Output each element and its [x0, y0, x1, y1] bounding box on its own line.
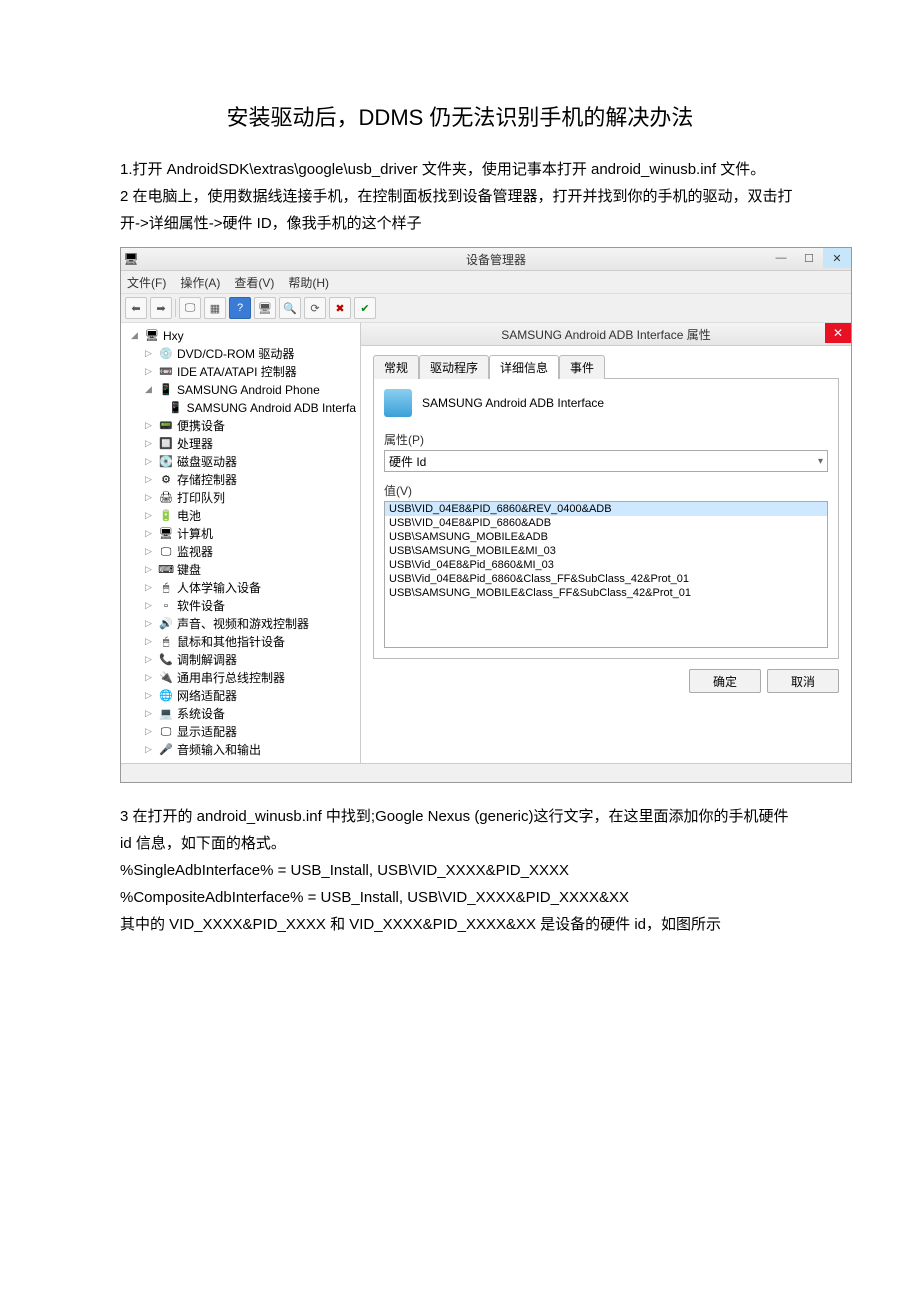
monitor-icon: 🖵 [159, 545, 173, 559]
tab-general[interactable]: 常规 [373, 355, 419, 379]
list-item[interactable]: USB\VID_04E8&PID_6860&ADB [385, 516, 827, 530]
portable-icon: 📟 [159, 419, 173, 433]
battery-icon: 🔋 [159, 509, 173, 523]
menu-view[interactable]: 查看(V) [234, 274, 274, 291]
network-icon: 🌐 [159, 689, 173, 703]
list-item[interactable]: USB\SAMSUNG_MOBILE&ADB [385, 530, 827, 544]
hardware-id-list[interactable]: USB\VID_04E8&PID_6860&REV_0400&ADB USB\V… [384, 501, 828, 648]
remove-icon[interactable]: ✖ [329, 297, 351, 319]
menu-help[interactable]: 帮助(H) [288, 274, 329, 291]
system-icon: 💻 [159, 707, 173, 721]
device-icon [384, 389, 412, 417]
usb-icon: 🔌 [159, 671, 173, 685]
code-line-1: %SingleAdbInterface% = USB_Install, USB\… [120, 857, 800, 884]
tab-details[interactable]: 详细信息 [489, 355, 559, 379]
property-select[interactable]: 硬件 Id ▾ [384, 450, 828, 472]
close-button[interactable]: ✕ [823, 248, 851, 268]
computer-icon: 🖥 [121, 252, 141, 266]
forward-icon[interactable]: ➡ [150, 297, 172, 319]
list-item[interactable]: USB\SAMSUNG_MOBILE&Class_FF&SubClass_42&… [385, 586, 827, 600]
cpu-icon: 🔲 [159, 437, 173, 451]
list-item[interactable]: USB\SAMSUNG_MOBILE&MI_03 [385, 544, 827, 558]
list-item[interactable]: USB\Vid_04E8&Pid_6860&MI_03 [385, 558, 827, 572]
list-item[interactable]: USB\Vid_04E8&Pid_6860&Class_FF&SubClass_… [385, 572, 827, 586]
menu-file[interactable]: 文件(F) [127, 274, 166, 291]
ok-button[interactable]: 确定 [689, 669, 761, 693]
tab-panel-details: SAMSUNG Android ADB Interface 属性(P) 硬件 I… [373, 378, 839, 659]
phone-icon: 📱 [159, 383, 173, 397]
keyboard-icon: ⌨ [159, 563, 173, 577]
paragraph-2: 2 在电脑上，使用数据线连接手机，在控制面板找到设备管理器，打开并找到你的手机的… [120, 183, 800, 237]
update-icon[interactable]: ⟳ [304, 297, 326, 319]
device-name: SAMSUNG Android ADB Interface [422, 396, 604, 410]
modem-icon: 📞 [159, 653, 173, 667]
menu-action[interactable]: 操作(A) [180, 274, 220, 291]
minimize-button[interactable]: — [767, 248, 795, 268]
toolbar: ⬅ ➡ 🖵 ▦ ? 🖥 🔍 ⟳ ✖ ✔ [121, 294, 851, 323]
tab-events[interactable]: 事件 [559, 355, 605, 379]
dialog-close-button[interactable]: ✕ [825, 323, 851, 343]
code-line-2: %CompositeAdbInterface% = USB_Install, U… [120, 884, 800, 911]
disc-icon: 💿 [159, 347, 173, 361]
statusbar [121, 763, 851, 782]
chevron-down-icon: ▾ [818, 456, 823, 467]
cancel-button[interactable]: 取消 [767, 669, 839, 693]
computer-icon: 🖥 [159, 527, 173, 541]
list-item[interactable]: USB\VID_04E8&PID_6860&REV_0400&ADB [385, 502, 827, 516]
paragraph-4: 其中的 VID_XXXX&PID_XXXX 和 VID_XXXX&PID_XXX… [120, 911, 800, 938]
screenshot-device-manager: 🖥 设备管理器 — ☐ ✕ 文件(F) 操作(A) 查看(V) 帮助(H) ⬅ … [120, 247, 852, 783]
properties-title: SAMSUNG Android ADB Interface 属性 [361, 326, 851, 343]
monitor-icon[interactable]: 🖥 [254, 297, 276, 319]
sound-icon: 🔊 [159, 617, 173, 631]
menubar: 文件(F) 操作(A) 查看(V) 帮助(H) [121, 271, 851, 294]
tab-driver[interactable]: 驱动程序 [419, 355, 489, 379]
mouse-icon: 🖱 [159, 635, 173, 649]
back-icon[interactable]: ⬅ [125, 297, 147, 319]
tabs: 常规 驱动程序 详细信息 事件 [361, 346, 851, 378]
scan-icon[interactable]: 🔍 [279, 297, 301, 319]
display-icon: 🖵 [159, 725, 173, 739]
paragraph-1: 1.打开 AndroidSDK\extras\google\usb_driver… [120, 156, 800, 183]
hid-icon: 🖱 [159, 581, 173, 595]
computer-icon: 🖥 [145, 329, 159, 343]
value-label: 值(V) [384, 482, 828, 499]
screen-icon[interactable]: 🖵 [179, 297, 201, 319]
maximize-button[interactable]: ☐ [795, 248, 823, 268]
printer-icon: 🖨 [159, 491, 173, 505]
ide-icon: 📼 [159, 365, 173, 379]
software-icon: ▫ [159, 599, 173, 613]
enable-icon[interactable]: ✔ [354, 297, 376, 319]
paragraph-3: 3 在打开的 android_winusb.inf 中找到;Google Nex… [120, 803, 800, 857]
window-title: 设备管理器 [141, 251, 851, 268]
property-label: 属性(P) [384, 431, 828, 448]
device-tree[interactable]: ◢🖥Hxy ▷💿DVD/CD-ROM 驱动器 ▷📼IDE ATA/ATAPI 控… [121, 323, 361, 763]
audio-icon: 🎤 [159, 743, 173, 757]
window-titlebar: 🖥 设备管理器 — ☐ ✕ [121, 248, 851, 271]
disk-icon: 💽 [159, 455, 173, 469]
properties-dialog: SAMSUNG Android ADB Interface 属性 ✕ 常规 驱动… [361, 323, 851, 763]
help-icon[interactable]: ? [229, 297, 251, 319]
phone-icon: 📱 [169, 401, 183, 415]
storage-icon: ⚙ [159, 473, 173, 487]
page-icon[interactable]: ▦ [204, 297, 226, 319]
doc-title: 安装驱动后，DDMS 仍无法识别手机的解决办法 [120, 100, 800, 132]
